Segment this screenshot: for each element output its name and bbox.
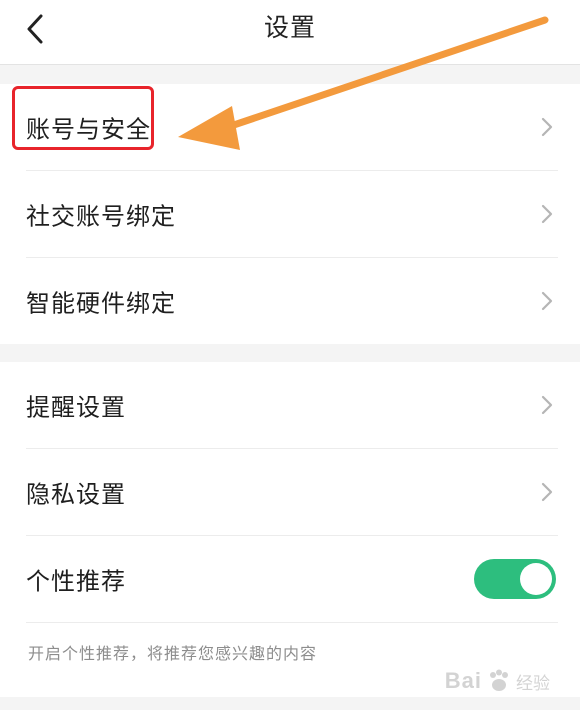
settings-item-hardware-binding[interactable]: 智能硬件绑定	[0, 258, 580, 344]
chevron-right-icon	[541, 395, 553, 415]
settings-item-personal-recommend: 个性推荐	[0, 536, 580, 622]
settings-item-privacy[interactable]: 隐私设置	[0, 449, 580, 535]
settings-item-reminder[interactable]: 提醒设置	[0, 362, 580, 448]
watermark-brand: Bai	[444, 668, 482, 693]
settings-screen: 设置 账号与安全 社交账号绑定 智能硬件绑定 提醒设置 隐私设置 个性推荐 开启…	[0, 0, 580, 710]
paw-icon	[490, 669, 508, 691]
settings-item-label: 社交账号绑定	[26, 202, 176, 231]
settings-item-label: 隐私设置	[26, 480, 126, 509]
watermark-brand-tail: 经验	[516, 673, 550, 694]
chevron-right-icon	[541, 204, 553, 224]
recommend-note: 开启个性推荐，将推荐您感兴趣的内容	[28, 644, 318, 663]
settings-item-label: 个性推荐	[26, 567, 126, 596]
recommend-toggle[interactable]	[474, 559, 556, 599]
baidu-watermark: Bai 经验	[445, 668, 550, 694]
chevron-right-icon	[541, 482, 553, 502]
nav-header: 设置	[0, 0, 580, 65]
chevron-right-icon	[541, 117, 553, 137]
settings-item-social-binding[interactable]: 社交账号绑定	[0, 171, 580, 257]
chevron-right-icon	[541, 291, 553, 311]
toggle-knob	[520, 563, 552, 595]
settings-item-label: 智能硬件绑定	[26, 289, 176, 318]
highlight-box	[12, 86, 154, 150]
preference-settings-group: 提醒设置 隐私设置 个性推荐 开启个性推荐，将推荐您感兴趣的内容	[0, 362, 580, 697]
page-title: 设置	[263, 13, 316, 42]
divider	[26, 622, 558, 623]
settings-item-label: 提醒设置	[26, 393, 126, 422]
